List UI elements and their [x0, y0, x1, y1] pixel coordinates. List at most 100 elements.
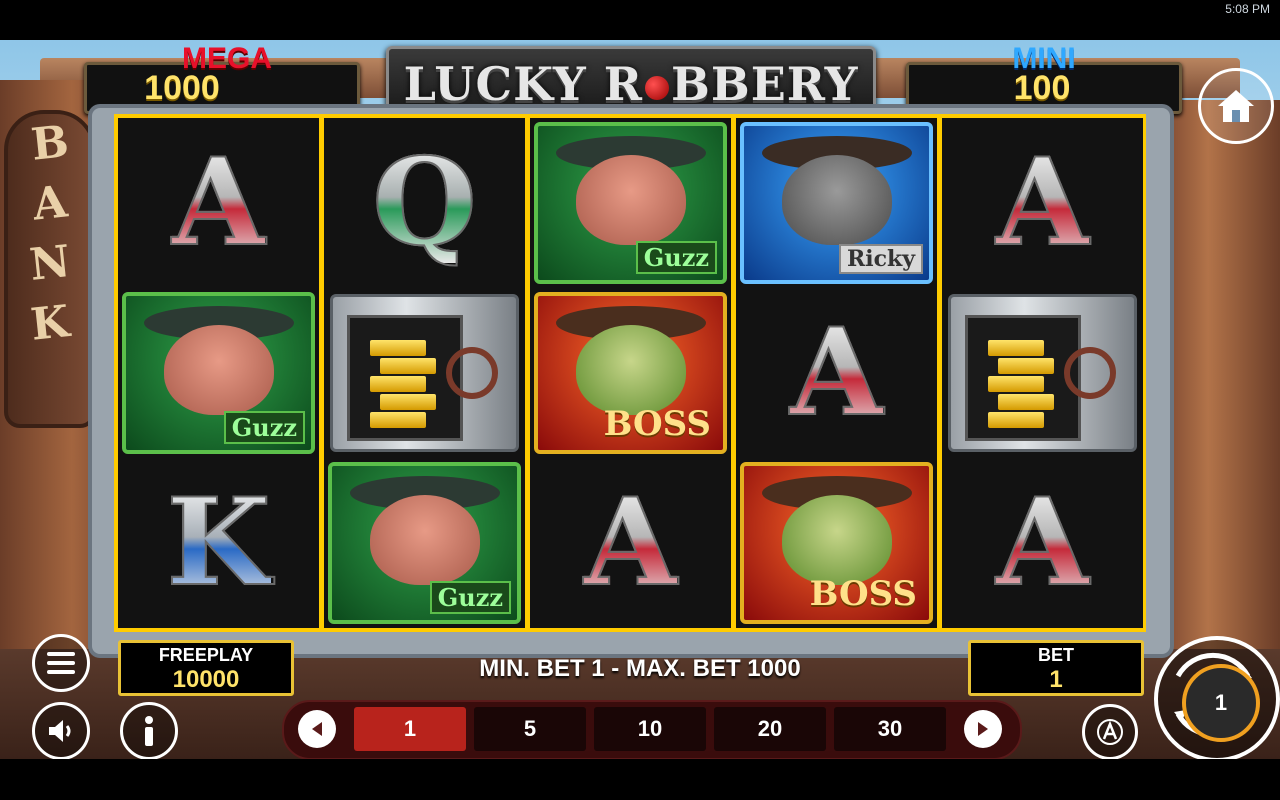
- gold-bar: [380, 394, 436, 410]
- rat-face-icon: [781, 154, 892, 245]
- menu-icon: [47, 652, 75, 674]
- gold-bar: [370, 412, 426, 428]
- reel-4: Ricky A BOSS: [736, 118, 937, 628]
- spin-badge: 1: [1182, 664, 1260, 742]
- bet-prev-button[interactable]: [298, 710, 336, 748]
- spin-button[interactable]: 1: [1154, 636, 1280, 759]
- card-symbol: A: [530, 458, 731, 628]
- safe-wheel-icon: [1064, 347, 1116, 399]
- croc-face-icon: [781, 494, 892, 585]
- croc-face-icon: [575, 324, 686, 415]
- card-symbol: A: [736, 288, 937, 458]
- card-letter: A: [789, 302, 884, 443]
- game-title-right-tail: BBERY: [670, 57, 859, 111]
- game-title-left: LUCKY: [403, 57, 587, 111]
- reel-5: AA: [942, 118, 1143, 628]
- safe-icon: [330, 294, 519, 452]
- character-nameplate: Guzz: [223, 411, 305, 444]
- card-letter: K: [165, 472, 271, 613]
- home-icon: [1218, 90, 1254, 122]
- bet-value: 1: [1049, 666, 1063, 693]
- character-nameplate: BOSS: [809, 574, 917, 614]
- gold-bar: [370, 376, 426, 392]
- menu-button[interactable]: [32, 634, 90, 692]
- pig-character: Guzz: [328, 462, 521, 624]
- gold-bar: [988, 340, 1044, 356]
- safe-wheel-icon: [446, 347, 498, 399]
- bet-option[interactable]: 1: [354, 707, 466, 751]
- reels-area: A Guzz K Q Guzz Guzz BOSS A Ricky A BOSS AA: [114, 114, 1146, 632]
- freeplay-value: 10000: [172, 666, 240, 693]
- pig-symbol: Guzz: [324, 458, 525, 628]
- info-button[interactable]: [120, 702, 178, 759]
- bet-option[interactable]: 5: [474, 707, 586, 751]
- pig-face-icon: [163, 324, 274, 415]
- freeplay-label: FREEPLAY: [158, 645, 254, 665]
- home-button[interactable]: [1198, 68, 1274, 144]
- freeplay-panel: FREEPLAY 10000: [118, 640, 294, 696]
- pig-character: Guzz: [534, 122, 727, 284]
- bank-sign: B A N K: [4, 110, 96, 428]
- card-symbol: A: [942, 458, 1143, 628]
- safe-symbol: [324, 288, 525, 458]
- gold-bar: [380, 358, 436, 374]
- mega-jackpot-value: 1000: [144, 69, 220, 107]
- gold-bar: [370, 340, 426, 356]
- card-letter: A: [583, 472, 678, 613]
- safe-icon: [948, 294, 1137, 452]
- card-symbol: Q: [324, 118, 525, 288]
- bet-option[interactable]: 30: [834, 707, 946, 751]
- pig-face-icon: [369, 494, 480, 585]
- card-symbol: A: [942, 118, 1143, 288]
- speaker-icon: [49, 720, 71, 742]
- autoplay-icon: [1097, 719, 1123, 745]
- arrow-left-icon: [312, 722, 322, 736]
- arrow-right-icon: [978, 722, 988, 736]
- bet-option[interactable]: 20: [714, 707, 826, 751]
- croc-character: BOSS: [534, 292, 727, 454]
- croc-symbol: BOSS: [736, 458, 937, 628]
- gold-bar: [998, 358, 1054, 374]
- info-icon: [145, 716, 153, 746]
- mini-jackpot: MINI 100: [906, 43, 1182, 114]
- bank-sign-letter: A: [30, 176, 70, 231]
- game-screen: B A N K MEGA 1000 MINI 100 LUCKY R BBERY …: [0, 40, 1280, 759]
- bet-option[interactable]: 10: [594, 707, 706, 751]
- card-letter: Q: [371, 132, 478, 273]
- autoplay-button[interactable]: [1082, 704, 1138, 759]
- gold-bar: [988, 376, 1044, 392]
- pig-symbol: Guzz: [118, 288, 319, 458]
- mini-jackpot-value: 100: [1013, 69, 1071, 107]
- card-letter: A: [995, 472, 1090, 613]
- croc-character: BOSS: [740, 462, 933, 624]
- reel-1: A Guzz K: [118, 118, 319, 628]
- bet-limits: MIN. BET 1 - MAX. BET 1000: [479, 655, 801, 682]
- pig-symbol: Guzz: [530, 118, 731, 288]
- card-symbol: K: [118, 458, 319, 628]
- bet-next-button[interactable]: [964, 710, 1002, 748]
- gold-bar: [998, 394, 1054, 410]
- bank-sign-letter: K: [28, 296, 72, 351]
- character-nameplate: Ricky: [838, 244, 923, 274]
- safe-symbol: [942, 288, 1143, 458]
- card-letter: A: [995, 132, 1090, 273]
- bet-selector: 1 5 10 20 30: [282, 700, 1022, 759]
- pig-character: Guzz: [122, 292, 315, 454]
- sound-button[interactable]: [32, 702, 90, 759]
- game-title: LUCKY R BBERY: [389, 57, 873, 111]
- character-nameplate: BOSS: [603, 404, 711, 444]
- bet-panel: BET 1: [968, 640, 1144, 696]
- croc-symbol: BOSS: [530, 288, 731, 458]
- bet-label: BET: [1038, 645, 1074, 665]
- gold-bar: [988, 412, 1044, 428]
- card-symbol: A: [118, 118, 319, 288]
- status-time: 5:08 PM: [1225, 2, 1270, 16]
- reel-3: Guzz BOSS A: [530, 118, 731, 628]
- bomb-icon: [644, 76, 669, 100]
- reel-2: Q Guzz: [324, 118, 525, 628]
- game-title-right: R: [603, 57, 643, 111]
- pig-face-icon: [575, 154, 686, 245]
- card-letter: A: [171, 132, 266, 273]
- rat-character: Ricky: [740, 122, 933, 284]
- mega-jackpot: MEGA 1000: [84, 43, 360, 114]
